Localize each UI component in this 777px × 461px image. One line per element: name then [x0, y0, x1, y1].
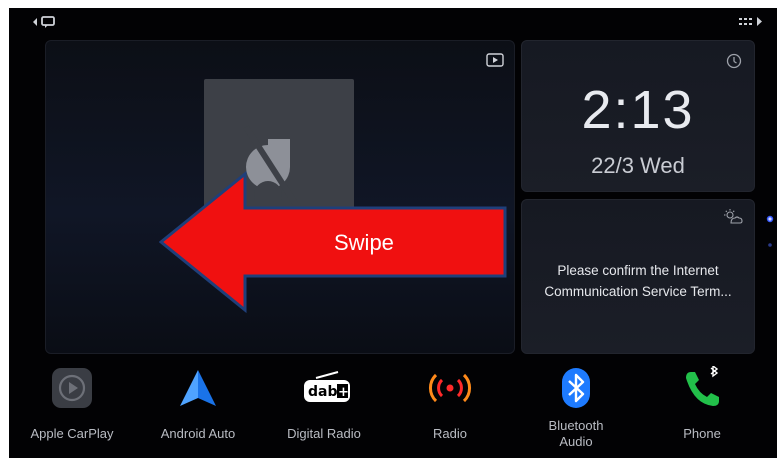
radio-icon [428, 366, 472, 410]
swipe-label: Swipe [334, 230, 394, 255]
svg-text:dab: dab [308, 384, 338, 400]
info-widget[interactable]: Please confirm the Internet Communicatio… [521, 199, 755, 354]
play-icon[interactable] [486, 53, 504, 72]
app-bluetooth-audio[interactable]: Bluetooth Audio [513, 360, 639, 456]
phone-icon [680, 364, 724, 410]
clock-time: 2:13 [581, 80, 695, 140]
app-phone[interactable]: Phone [639, 360, 765, 456]
app-label: Bluetooth Audio [513, 418, 639, 450]
notice-text: Please confirm the Internet Communicatio… [530, 260, 746, 302]
app-dock: Apple CarPlay Android Auto dab + Digital… [9, 360, 777, 458]
app-label-line-1: Bluetooth [548, 418, 604, 433]
clock-date: 22/3 Wed [591, 153, 685, 178]
back-chat-icon[interactable] [33, 15, 59, 33]
app-label: Apple CarPlay [30, 426, 114, 441]
app-label-line-2: Audio [559, 434, 593, 449]
app-label: Radio [433, 426, 467, 441]
app-android-auto[interactable]: Android Auto [135, 360, 261, 456]
top-status-bar [9, 8, 777, 34]
notice-line-1: Please confirm the Internet [557, 263, 719, 278]
app-label: Phone [683, 426, 721, 441]
app-apple-carplay[interactable]: Apple CarPlay [9, 360, 135, 456]
weather-icon [722, 208, 744, 231]
app-radio[interactable]: Radio [387, 360, 513, 456]
bluetooth-icon [554, 366, 598, 410]
page-indicator [765, 213, 775, 258]
menu-grid-icon[interactable] [739, 15, 763, 33]
notice-line-2: Communication Service Term... [544, 284, 732, 299]
dab-icon: dab + [302, 366, 350, 410]
app-digital-radio[interactable]: dab + Digital Radio [261, 360, 387, 456]
svg-text:+: + [338, 385, 349, 400]
app-label: Android Auto [160, 426, 236, 441]
clock-icon [726, 53, 742, 74]
clock-widget[interactable]: 2:13 22/3 Wed [521, 40, 755, 192]
infotainment-screen: Swipe 2:13 22/3 Wed Please confirm the I… [9, 8, 777, 458]
android-auto-icon [176, 366, 220, 410]
app-label: Digital Radio [287, 426, 361, 441]
carplay-icon [50, 366, 94, 410]
